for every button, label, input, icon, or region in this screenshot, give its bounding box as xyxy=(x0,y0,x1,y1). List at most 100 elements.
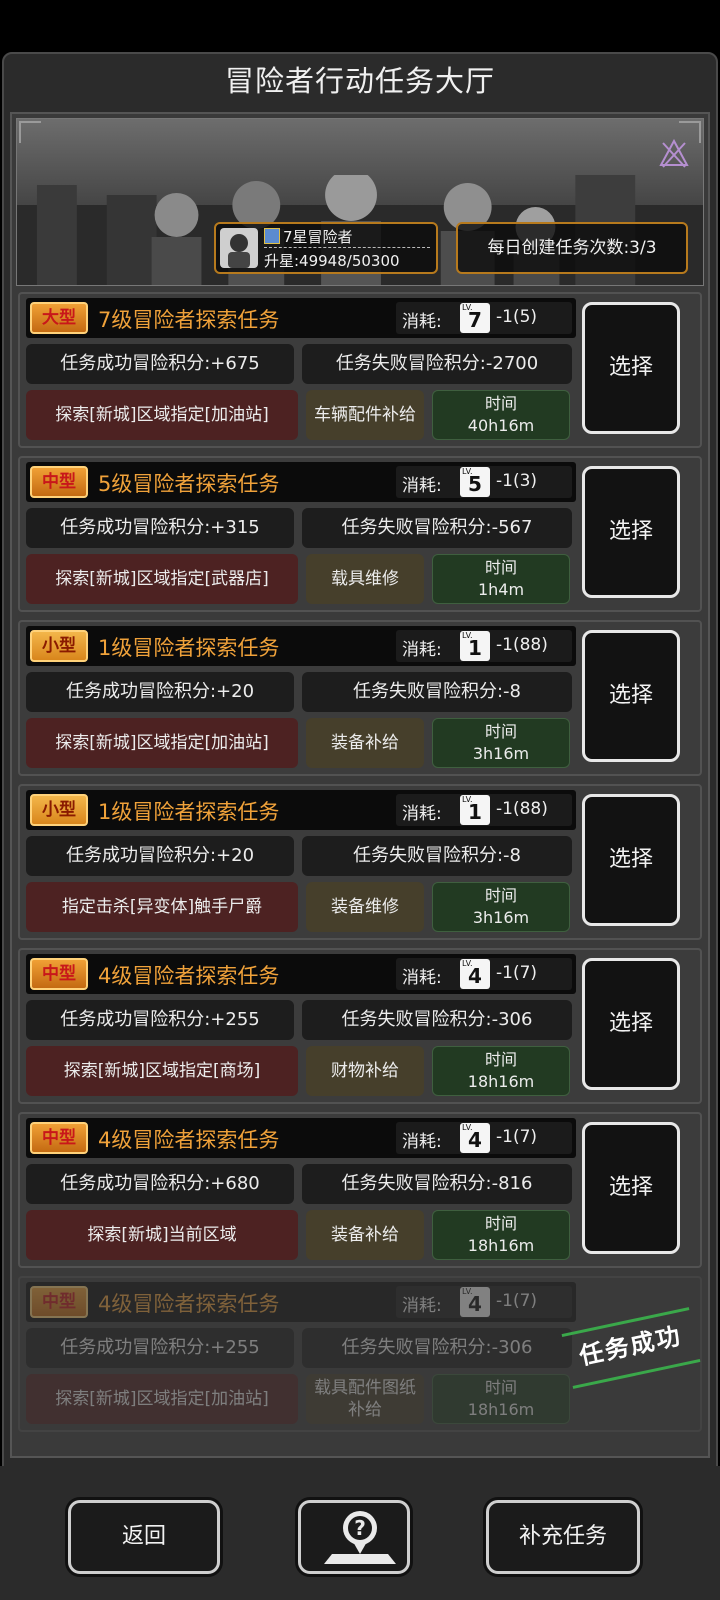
success-points: 任务成功冒险积分:+20 xyxy=(26,836,294,876)
mission-time: 时间 18h16m xyxy=(432,1046,570,1096)
fail-points: 任务失败冒险积分:-8 xyxy=(302,672,572,712)
time-label: 时间 xyxy=(484,394,517,413)
rank-title: 7星冒险者 xyxy=(264,226,353,247)
select-button[interactable]: 选择 xyxy=(582,302,680,434)
mission-header: 中型 4级冒险者探索任务 消耗: LV. 4 -1(7) xyxy=(26,1282,576,1322)
level-number: 4 xyxy=(468,1128,482,1152)
mission-time: 时间 1h4m xyxy=(432,554,570,604)
cost-label: 消耗: xyxy=(402,968,442,988)
daily-create-count: 每日创建任务次数:3/3 xyxy=(456,222,688,274)
level-card-icon: LV. 1 xyxy=(460,795,490,825)
mission-card: 小型 1级冒险者探索任务 消耗: LV. 1 -1(88) 任务成功冒险积分:+2… xyxy=(18,784,702,940)
cost-box: 消耗: LV. 7 -1(5) xyxy=(396,302,572,334)
time-value: 1h4m xyxy=(477,580,525,599)
time-label: 时间 xyxy=(484,1050,517,1069)
avatar xyxy=(220,228,258,268)
mission-target: 指定击杀[异变体]触手尸爵 xyxy=(26,882,298,932)
cost-value: -1(88) xyxy=(496,799,548,819)
level-card-icon: LV. 1 xyxy=(460,631,490,661)
mission-reward: 载具配件图纸补给 xyxy=(306,1374,424,1424)
svg-text:?: ? xyxy=(354,1516,366,1540)
mission-size-tag: 中型 xyxy=(30,466,88,498)
cost-label: 消耗: xyxy=(402,804,442,824)
rank-title-text: 7星冒险者 xyxy=(283,228,353,246)
question-map-icon: ? xyxy=(324,1511,396,1564)
cost-label: 消耗: xyxy=(402,1132,442,1152)
level-number: 4 xyxy=(468,964,482,988)
mission-target: 探索[新城]区域指定[商场] xyxy=(26,1046,298,1096)
select-button[interactable]: 选择 xyxy=(582,958,680,1090)
mission-reward: 装备补给 xyxy=(306,1210,424,1260)
mission-target: 探索[新城]当前区域 xyxy=(26,1210,298,1260)
mission-card: 大型 7级冒险者探索任务 消耗: LV. 7 -1(5) 任务成功冒险积分:+67… xyxy=(18,292,702,448)
time-value: 18h16m xyxy=(467,1236,535,1255)
mission-target: 探索[新城]区域指定[加油站] xyxy=(26,718,298,768)
mission-time: 时间 18h16m xyxy=(432,1374,570,1424)
mission-size-tag: 大型 xyxy=(30,302,88,334)
mission-card: 小型 1级冒险者探索任务 消耗: LV. 1 -1(88) 任务成功冒险积分:+2… xyxy=(18,620,702,776)
fail-points: 任务失败冒险积分:-816 xyxy=(302,1164,572,1204)
level-number: 1 xyxy=(468,636,482,660)
cost-label: 消耗: xyxy=(402,1296,442,1316)
back-button[interactable]: 返回 xyxy=(68,1500,220,1574)
cost-box: 消耗: LV. 4 -1(7) xyxy=(396,1122,572,1154)
mission-reward: 装备维修 xyxy=(306,882,424,932)
mission-size-tag: 小型 xyxy=(30,794,88,826)
level-card-icon: LV. 5 xyxy=(460,467,490,497)
cost-value: -1(5) xyxy=(496,307,538,327)
time-value: 40h16m xyxy=(467,416,535,435)
mission-name: 4级冒险者探索任务 xyxy=(98,1292,280,1316)
cost-value: -1(7) xyxy=(496,1291,538,1311)
cost-label: 消耗: xyxy=(402,312,442,332)
mission-time: 时间 3h16m xyxy=(432,718,570,768)
mission-header: 大型 7级冒险者探索任务 消耗: LV. 7 -1(5) xyxy=(26,298,576,338)
time-label: 时间 xyxy=(484,558,517,577)
rank-box[interactable]: 7星冒险者 升星:49948/50300 xyxy=(214,222,438,274)
cost-box: 消耗: LV. 1 -1(88) xyxy=(396,794,572,826)
level-number: 5 xyxy=(468,472,482,496)
mission-name: 7级冒险者探索任务 xyxy=(98,308,280,332)
level-number: 4 xyxy=(468,1292,482,1316)
refill-missions-button[interactable]: 补充任务 xyxy=(486,1500,640,1574)
adventurer-portrait-icon xyxy=(228,234,250,268)
mission-time: 时间 18h16m xyxy=(432,1210,570,1260)
time-label: 时间 xyxy=(484,1378,517,1397)
level-card-icon: LV. 4 xyxy=(460,959,490,989)
crown-icon xyxy=(264,228,280,244)
success-points: 任务成功冒险积分:+255 xyxy=(26,1000,294,1040)
mission-header: 小型 1级冒险者探索任务 消耗: LV. 1 -1(88) xyxy=(26,790,576,830)
time-value: 18h16m xyxy=(467,1072,535,1091)
cost-box: 消耗: LV. 5 -1(3) xyxy=(396,466,572,498)
mission-target: 探索[新城]区域指定[加油站] xyxy=(26,1374,298,1424)
cost-box: 消耗: LV. 4 -1(7) xyxy=(396,958,572,990)
success-points: 任务成功冒险积分:+680 xyxy=(26,1164,294,1204)
level-card-icon: LV. 4 xyxy=(460,1123,490,1153)
rank-progress: 升星:49948/50300 xyxy=(264,252,400,270)
time-label: 时间 xyxy=(484,1214,517,1233)
cost-box: 消耗: LV. 1 -1(88) xyxy=(396,630,572,662)
select-button[interactable]: 选择 xyxy=(582,466,680,598)
select-button[interactable]: 选择 xyxy=(582,794,680,926)
mission-size-tag: 中型 xyxy=(30,1286,88,1318)
cost-box: 消耗: LV. 4 -1(7) xyxy=(396,1286,572,1318)
mission-header: 中型 4级冒险者探索任务 消耗: LV. 4 -1(7) xyxy=(26,1118,576,1158)
mission-time: 时间 40h16m xyxy=(432,390,570,440)
mission-header: 小型 1级冒险者探索任务 消耗: LV. 1 -1(88) xyxy=(26,626,576,666)
level-number: 1 xyxy=(468,800,482,824)
select-button[interactable]: 选择 xyxy=(582,1122,680,1254)
time-value: 3h16m xyxy=(472,908,530,927)
fail-points: 任务失败冒险积分:-306 xyxy=(302,1000,572,1040)
fail-points: 任务失败冒险积分:-567 xyxy=(302,508,572,548)
level-card-icon: LV. 4 xyxy=(460,1287,490,1317)
mission-size-tag: 中型 xyxy=(30,1122,88,1154)
fail-points: 任务失败冒险积分:-2700 xyxy=(302,344,572,384)
mission-name: 4级冒险者探索任务 xyxy=(98,964,280,988)
corner-ornament xyxy=(19,121,41,143)
cost-label: 消耗: xyxy=(402,476,442,496)
mission-size-tag: 小型 xyxy=(30,630,88,662)
success-points: 任务成功冒险积分:+315 xyxy=(26,508,294,548)
time-label: 时间 xyxy=(484,886,517,905)
select-button[interactable]: 选择 xyxy=(582,630,680,762)
mission-target: 探索[新城]区域指定[武器店] xyxy=(26,554,298,604)
mission-name: 5级冒险者探索任务 xyxy=(98,472,280,496)
